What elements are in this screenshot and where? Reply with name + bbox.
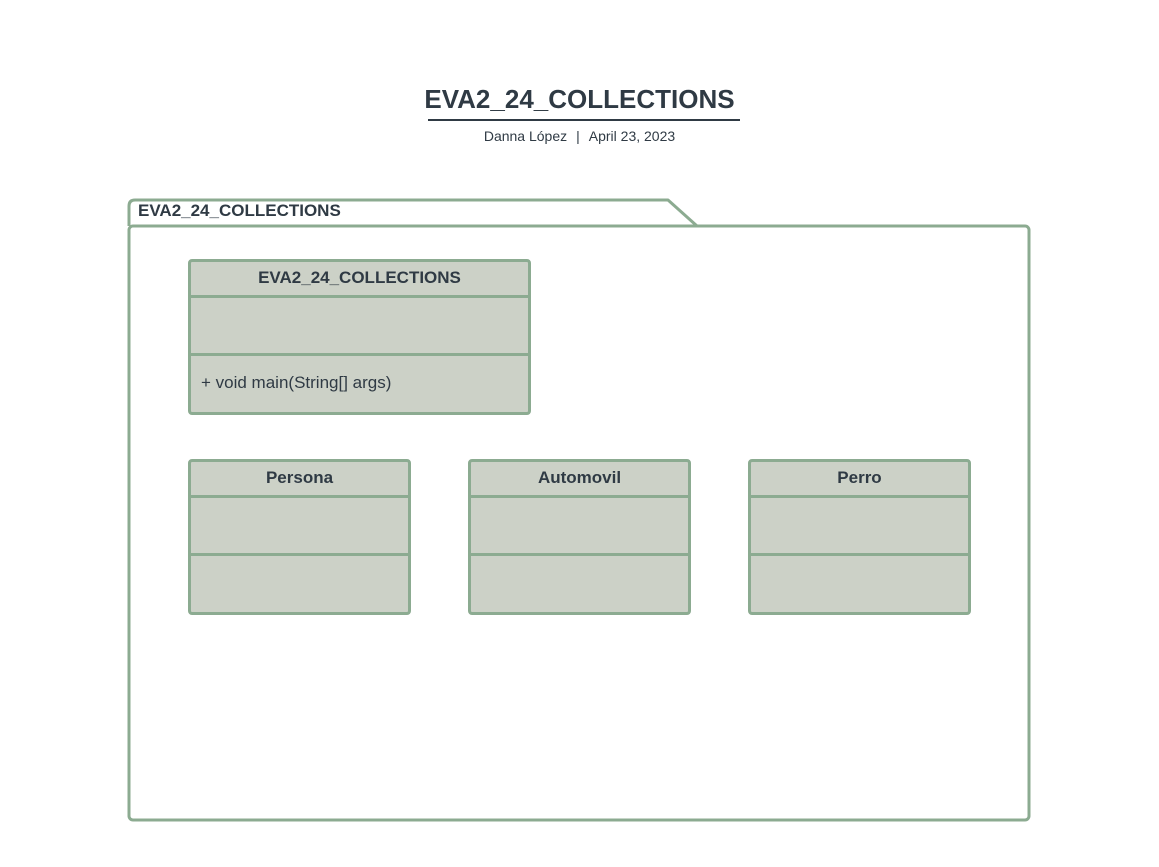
class-perro[interactable]: Perro [748, 459, 971, 615]
class-operations [471, 556, 688, 611]
class-attributes [191, 298, 528, 356]
class-operations [191, 556, 408, 611]
class-name: Perro [751, 462, 968, 498]
class-attributes [751, 498, 968, 556]
class-operations: + void main(String[] args) [201, 373, 392, 392]
class-operations [751, 556, 968, 611]
class-attributes [191, 498, 408, 556]
class-eva2-24-collections[interactable]: EVA2_24_COLLECTIONS + void main(String[]… [188, 259, 531, 415]
class-name: Persona [191, 462, 408, 498]
class-name: EVA2_24_COLLECTIONS [191, 262, 528, 298]
package-name: EVA2_24_COLLECTIONS [138, 201, 341, 220]
package-frame [127, 198, 1031, 822]
class-persona[interactable]: Persona [188, 459, 411, 615]
class-attributes [471, 498, 688, 556]
class-automovil[interactable]: Automovil [468, 459, 691, 615]
class-name: Automovil [471, 462, 688, 498]
